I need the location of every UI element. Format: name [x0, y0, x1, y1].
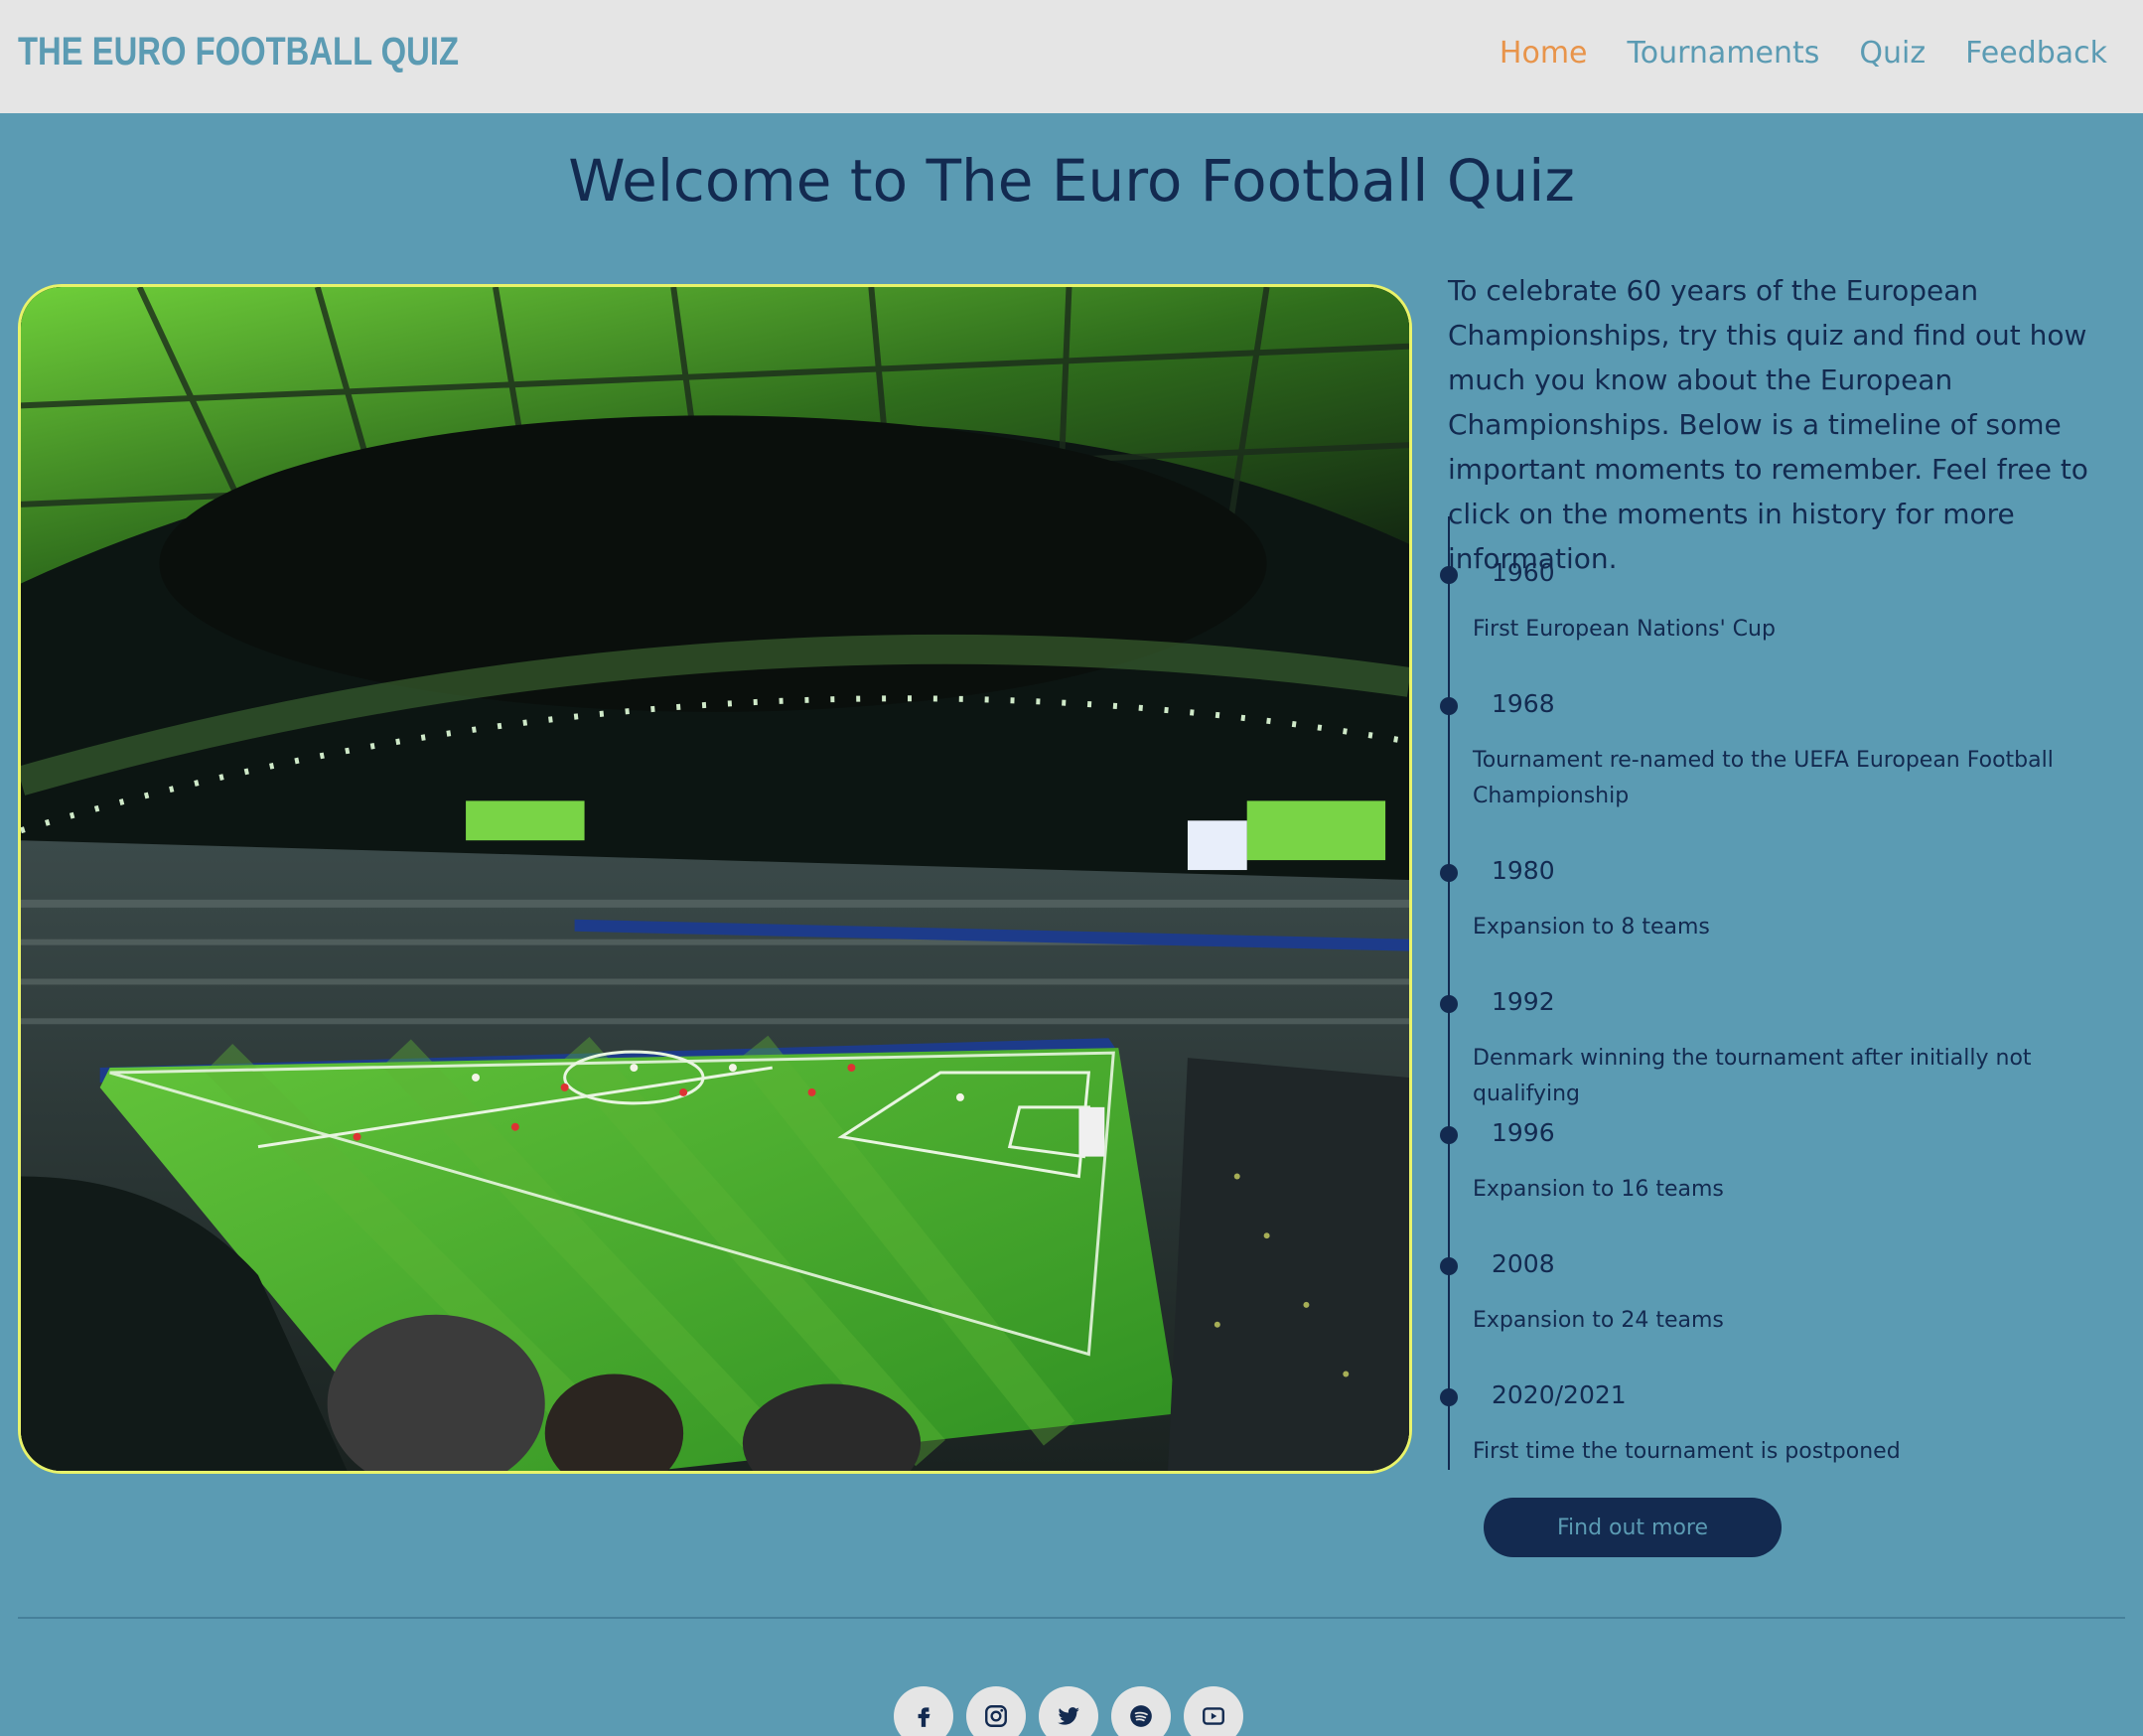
nav-link-tournaments[interactable]: Tournaments: [1628, 36, 1820, 71]
stadium-image: [18, 284, 1412, 1474]
navbar: THE EURO FOOTBALL QUIZ Home Tournaments …: [0, 0, 2143, 113]
timeline-text: First time the tournament is postponed: [1473, 1439, 1901, 1464]
nav-link-home[interactable]: Home: [1500, 36, 1588, 71]
timeline-text: Expansion to 24 teams: [1473, 1308, 1724, 1333]
facebook-icon[interactable]: [894, 1686, 953, 1736]
instagram-icon[interactable]: [966, 1686, 1026, 1736]
social-links: [894, 1686, 1243, 1736]
timeline-text: Tournament re-named to the UEFA European…: [1473, 748, 2054, 808]
timeline-dot: [1440, 864, 1458, 882]
stadium-illustration: [21, 287, 1409, 1471]
nav-link-quiz[interactable]: Quiz: [1859, 36, 1926, 71]
nav-links: Home Tournaments Quiz Feedback: [1500, 36, 2107, 71]
site-brand[interactable]: THE EURO FOOTBALL QUIZ: [18, 30, 459, 74]
spotify-icon[interactable]: [1111, 1686, 1171, 1736]
page-title: Welcome to The Euro Football Quiz: [568, 147, 1575, 215]
timeline-year: 1992: [1492, 987, 1555, 1016]
timeline-year: 2008: [1492, 1249, 1555, 1278]
timeline: 1960 First European Nations' Cup 1968 To…: [1440, 516, 2133, 1470]
timeline-dot: [1440, 1388, 1458, 1406]
timeline-dot: [1440, 1126, 1458, 1144]
timeline-text: First European Nations' Cup: [1473, 617, 1776, 642]
timeline-text: Expansion to 16 teams: [1473, 1177, 1724, 1202]
youtube-icon[interactable]: [1184, 1686, 1243, 1736]
timeline-text: Expansion to 8 teams: [1473, 915, 1710, 940]
timeline-year: 1980: [1492, 856, 1555, 885]
timeline-year: 1960: [1492, 558, 1555, 587]
timeline-year: 2020/2021: [1492, 1380, 1627, 1409]
find-out-more-button[interactable]: Find out more: [1484, 1498, 1782, 1557]
twitter-icon[interactable]: [1039, 1686, 1098, 1736]
nav-link-feedback[interactable]: Feedback: [1965, 36, 2107, 71]
timeline-dot: [1440, 1257, 1458, 1275]
timeline-year: 1968: [1492, 689, 1555, 718]
timeline-line: [1448, 516, 1450, 1470]
footer-divider: [18, 1617, 2125, 1619]
timeline-year: 1996: [1492, 1118, 1555, 1147]
timeline-text: Denmark winning the tournament after ini…: [1473, 1046, 2032, 1106]
timeline-dot: [1440, 995, 1458, 1013]
timeline-dot: [1440, 697, 1458, 715]
timeline-dot: [1440, 566, 1458, 584]
